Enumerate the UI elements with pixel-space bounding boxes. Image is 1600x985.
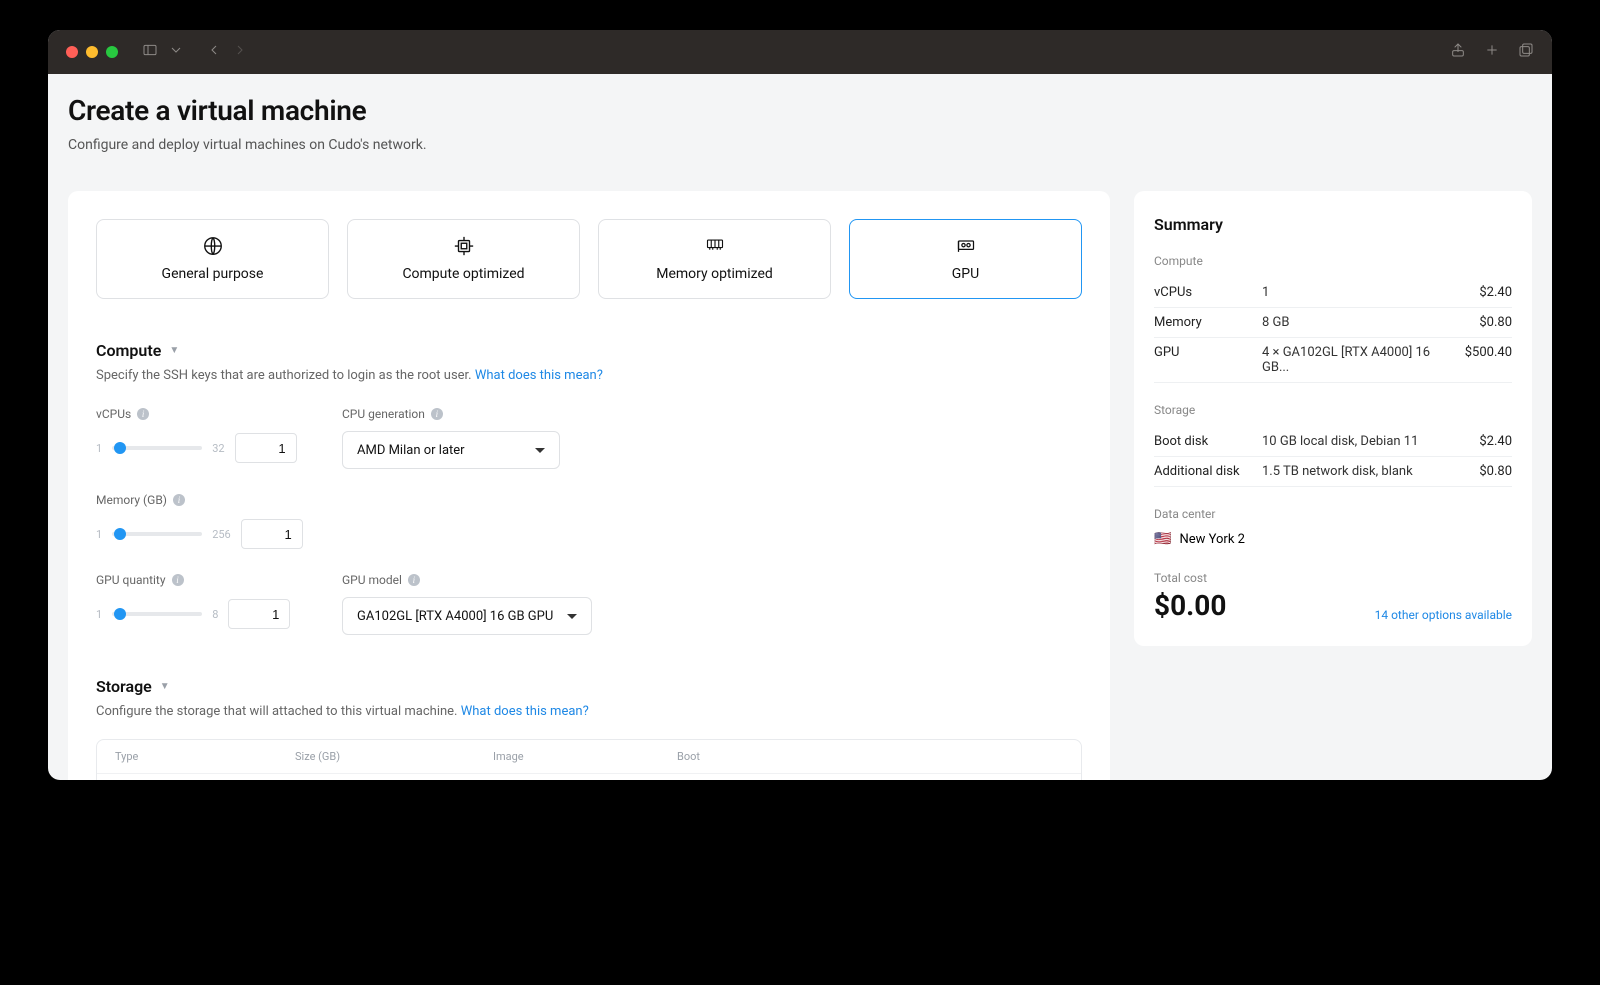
browser-window: Create a virtual machine Configure and d… (48, 30, 1552, 780)
gpu-model-label: GPU model i (342, 573, 592, 587)
compute-section: Compute ▼ Specify the SSH keys that are … (96, 341, 1082, 635)
summary-card: Summary Compute vCPUs 1 $2.40 Memory 8 G… (1134, 191, 1532, 646)
storage-table-row: Local disk 10 GB Debian 11 ✓ ⋮ (97, 773, 1081, 780)
summary-storage-label: Storage (1154, 403, 1512, 417)
cpu-icon (451, 236, 477, 256)
info-icon[interactable]: i (408, 574, 420, 586)
summary-row: vCPUs 1 $2.40 (1154, 278, 1512, 308)
storage-section-description: Configure the storage that will attached… (96, 704, 1082, 719)
memory-max: 256 (212, 528, 231, 541)
forward-icon[interactable] (232, 42, 248, 62)
compute-section-description: Specify the SSH keys that are authorized… (96, 368, 1082, 383)
storage-section-toggle[interactable]: Storage ▼ (96, 677, 1082, 696)
gpu-quantity-slider[interactable] (112, 612, 202, 616)
summary-datacenter-label: Data center (1154, 507, 1512, 521)
memory-label: Memory (GB) i (96, 493, 306, 507)
traffic-lights (66, 46, 118, 58)
sidebar-toggle-icon[interactable] (142, 42, 158, 62)
compute-section-toggle[interactable]: Compute ▼ (96, 341, 1082, 360)
col-size: Size (GB) (295, 750, 493, 763)
vm-type-compute-optimized[interactable]: Compute optimized (347, 219, 580, 299)
col-image: Image (493, 750, 677, 763)
back-icon[interactable] (206, 42, 222, 62)
chevron-down-icon: ▼ (160, 681, 170, 692)
vm-type-label: Memory optimized (656, 266, 773, 282)
section-heading: Compute (96, 341, 161, 360)
memory-min: 1 (96, 528, 102, 541)
summary-row: Additional disk 1.5 TB network disk, bla… (1154, 457, 1512, 487)
gpuqty-min: 1 (96, 608, 102, 621)
gpu-icon (953, 236, 979, 256)
page-subtitle: Configure and deploy virtual machines on… (68, 137, 1532, 153)
vm-type-label: GPU (952, 266, 979, 282)
caret-down-icon[interactable] (168, 42, 184, 62)
vcpus-slider[interactable] (112, 446, 202, 450)
col-type: Type (115, 750, 295, 763)
vm-type-general-purpose[interactable]: General purpose (96, 219, 329, 299)
vcpus-input[interactable] (235, 433, 297, 463)
chevron-down-icon: ▼ (169, 345, 179, 356)
memory-slider[interactable] (112, 532, 202, 536)
vm-type-label: Compute optimized (402, 266, 524, 282)
memory-input[interactable] (241, 519, 303, 549)
storage-table-header: Type Size (GB) Image Boot (97, 740, 1081, 773)
storage-help-link[interactable]: What does this mean? (461, 704, 589, 719)
new-tab-icon[interactable] (1484, 42, 1500, 62)
us-flag-icon: 🇺🇸 (1154, 531, 1171, 547)
vm-type-label: General purpose (162, 266, 264, 282)
page-content: Create a virtual machine Configure and d… (48, 74, 1552, 780)
summary-row: Memory 8 GB $0.80 (1154, 308, 1512, 338)
compute-help-link[interactable]: What does this mean? (475, 368, 603, 383)
gpuqty-max: 8 (212, 608, 218, 621)
close-window-button[interactable] (66, 46, 78, 58)
vcpus-label: vCPUs i (96, 407, 306, 421)
globe-icon (200, 236, 226, 256)
summary-compute-label: Compute (1154, 254, 1512, 268)
total-cost-value: $0.00 (1154, 589, 1226, 622)
summary-row: GPU 4 × GA102GL [RTX A4000] 16 GB... $50… (1154, 338, 1512, 383)
info-icon[interactable]: i (137, 408, 149, 420)
total-cost-label: Total cost (1154, 571, 1226, 585)
summary-row: Boot disk 10 GB local disk, Debian 11 $2… (1154, 427, 1512, 457)
other-options-link[interactable]: 14 other options available (1375, 608, 1512, 622)
storage-table: Type Size (GB) Image Boot Local disk 10 … (96, 739, 1082, 780)
summary-title: Summary (1154, 215, 1512, 234)
gpu-quantity-label: GPU quantity i (96, 573, 306, 587)
info-icon[interactable]: i (431, 408, 443, 420)
main-configuration-card: General purpose Compute optimized Memory… (68, 191, 1110, 780)
page-title: Create a virtual machine (68, 94, 1532, 127)
info-icon[interactable]: i (173, 494, 185, 506)
storage-section: Storage ▼ Configure the storage that wil… (96, 677, 1082, 780)
vm-type-gpu[interactable]: GPU (849, 219, 1082, 299)
info-icon[interactable]: i (172, 574, 184, 586)
gpu-quantity-input[interactable] (228, 599, 290, 629)
cpu-generation-select[interactable]: AMD Milan or later (342, 431, 560, 469)
memory-icon (702, 236, 728, 256)
col-boot: Boot (677, 750, 1043, 763)
section-heading: Storage (96, 677, 152, 696)
gpu-model-select[interactable]: GA102GL [RTX A4000] 16 GB GPU (342, 597, 592, 635)
vcpus-min: 1 (96, 442, 102, 455)
datacenter-name: New York 2 (1179, 532, 1245, 547)
vm-type-memory-optimized[interactable]: Memory optimized (598, 219, 831, 299)
vcpus-max: 32 (212, 442, 224, 455)
minimize-window-button[interactable] (86, 46, 98, 58)
datacenter-row: 🇺🇸 New York 2 (1154, 531, 1512, 547)
share-icon[interactable] (1450, 42, 1466, 62)
cpu-gen-label: CPU generation i (342, 407, 560, 421)
titlebar (48, 30, 1552, 74)
tabs-icon[interactable] (1518, 42, 1534, 62)
zoom-window-button[interactable] (106, 46, 118, 58)
vm-type-selector: General purpose Compute optimized Memory… (96, 219, 1082, 299)
